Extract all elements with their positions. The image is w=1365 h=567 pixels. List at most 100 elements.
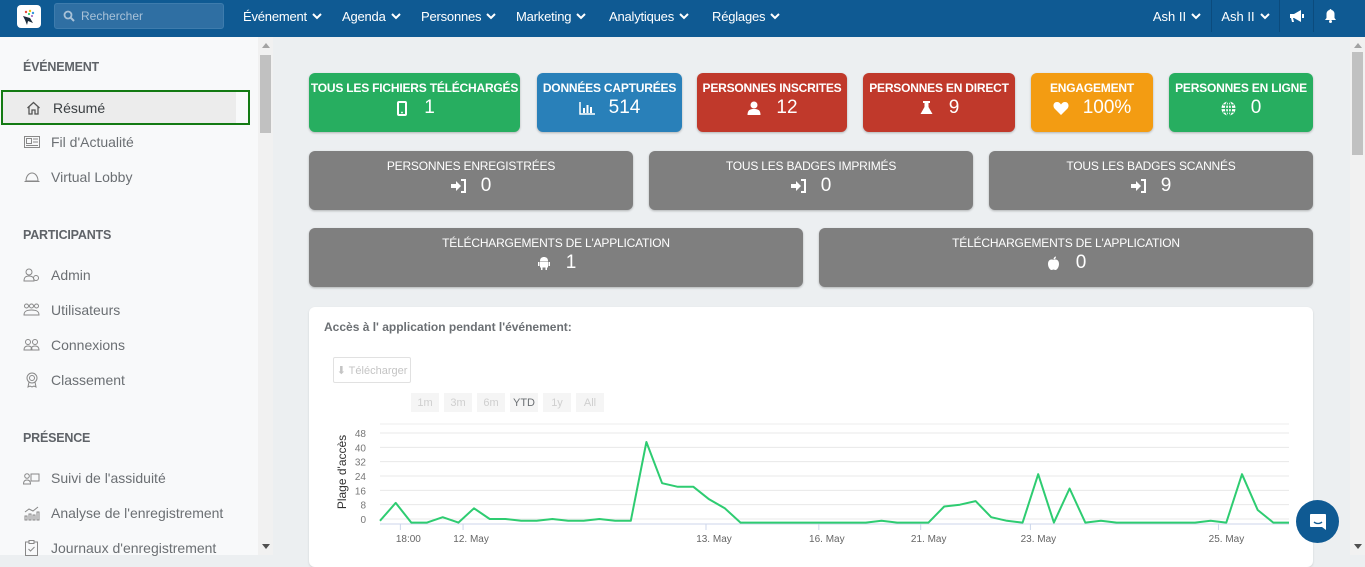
nav-analytiques[interactable]: Analytiques (609, 0, 689, 32)
sidebar-scrollbar[interactable] (258, 37, 273, 555)
stat-card-badges-imprimes[interactable]: TOUS LES BADGES IMPRIMÉS 0 (649, 151, 973, 210)
section-title-evenement: ÉVÉNEMENT (23, 60, 99, 74)
stat-value: 12 (776, 97, 798, 118)
sidebar-item-analyse-enregistrement[interactable]: Analyse de l'enregistrement (23, 502, 223, 524)
main-scrollbar[interactable] (1350, 37, 1365, 555)
apple-icon (1046, 255, 1062, 271)
stat-card-enregistrees[interactable]: PERSONNES ENREGISTRÉES 0 (309, 151, 633, 210)
stat-card-donnees[interactable]: DONNÉES CAPTURÉES 514 (537, 73, 682, 132)
megaphone-icon (1290, 9, 1304, 22)
stat-label: TOUS LES BADGES IMPRIMÉS (725, 159, 897, 173)
chevron-down-icon (770, 13, 781, 20)
section-title-presence: PRÉSENCE (23, 431, 91, 445)
y-tick-label: 16 (355, 486, 367, 497)
stat-value: 0 (1075, 252, 1087, 273)
sidebar-item-utilisateurs[interactable]: Utilisateurs (23, 299, 120, 321)
nav-reglages[interactable]: Réglages (712, 0, 781, 32)
user-menu-label: Ash II (1152, 8, 1187, 24)
series-line-accès (379, 441, 1289, 524)
stat-card-android-downloads[interactable]: TÉLÉCHARGEMENTS DE L'APPLICATION 1 (309, 228, 803, 287)
nav-marketing[interactable]: Marketing (516, 0, 586, 32)
scroll-up-arrow-icon[interactable] (262, 43, 270, 48)
sidebar-item-suivi-assiduite[interactable]: Suivi de l'assiduité (23, 467, 166, 489)
bell-icon (1325, 9, 1336, 23)
bell-service-icon (23, 169, 40, 186)
nav-label: Personnes (421, 8, 482, 24)
notifications-button[interactable] (1313, 0, 1347, 32)
stat-label: PERSONNES EN DIRECT (869, 81, 1009, 95)
nav-agenda[interactable]: Agenda (342, 0, 401, 32)
top-navbar: Rechercher Événement Agenda Personnes Ma… (0, 0, 1365, 37)
analytics-icon (23, 505, 40, 522)
sidebar-scroll-thumb[interactable] (260, 55, 271, 133)
stat-card-en-ligne[interactable]: PERSONNES EN LIGNE 0 (1169, 73, 1313, 132)
dashboard-main: TOUS LES FICHIERS TÉLÉCHARGÉS 1 DONNÉES … (273, 37, 1350, 567)
user-menu-1[interactable]: Ash II (1143, 0, 1211, 32)
scroll-down-arrow-icon[interactable] (1354, 544, 1362, 549)
stat-card-inscrites[interactable]: PERSONNES INSCRITES 12 (697, 73, 847, 132)
announcements-button[interactable] (1279, 0, 1313, 32)
newspaper-icon (23, 134, 40, 151)
stat-label: ENGAGEMENT (1049, 81, 1134, 95)
stat-value: 1 (424, 97, 435, 118)
chevron-down-icon (390, 13, 401, 20)
sidebar: ÉVÉNEMENT Résumé Fil d'Actualité Virtual… (0, 37, 258, 556)
sidebar-item-label: Virtual Lobby (51, 169, 133, 185)
user-menu-label: Ash II (1221, 8, 1255, 24)
access-line-chart: 0 8 16 24 32 40 48 18:00 12. May 13. May 16. May 2… (335, 423, 1289, 545)
search-placeholder: Rechercher (81, 9, 144, 23)
sign-in-icon (450, 178, 467, 194)
stat-value: 514 (608, 97, 641, 118)
y-tick-label: 0 (360, 515, 366, 526)
x-tick-label: 21. May (911, 534, 947, 545)
sign-in-icon (1130, 178, 1147, 194)
stat-value: 0 (820, 175, 832, 196)
user-menu-2[interactable]: Ash II (1211, 0, 1279, 32)
presentation-user-icon (23, 470, 40, 487)
chevron-down-icon (1259, 13, 1270, 20)
stat-card-ios-downloads[interactable]: TÉLÉCHARGEMENTS DE L'APPLICATION 0 (819, 228, 1313, 287)
sidebar-item-fil-actualite[interactable]: Fil d'Actualité (23, 131, 134, 153)
nav-label: Agenda (342, 8, 386, 24)
stat-value: 9 (948, 97, 960, 118)
sidebar-item-journaux-enregistrement[interactable]: Journaux d'enregistrement (23, 537, 216, 559)
bar-chart-icon (578, 100, 595, 116)
stat-label: TÉLÉCHARGEMENTS DE L'APPLICATION (952, 236, 1180, 250)
stat-label: TOUS LES BADGES SCANNÉS (1066, 159, 1236, 173)
chevron-down-icon (576, 13, 586, 20)
nav-evenement[interactable]: Événement (243, 0, 322, 32)
sidebar-item-virtual-lobby[interactable]: Virtual Lobby (23, 166, 132, 188)
chat-icon (1309, 513, 1326, 530)
search-input[interactable]: Rechercher (54, 3, 224, 29)
sidebar-item-label: Journaux d'enregistrement (51, 540, 217, 556)
x-tick-label: 18:00 (396, 534, 421, 545)
stat-label: PERSONNES EN LIGNE (1175, 81, 1307, 95)
main-scroll-thumb[interactable] (1352, 52, 1363, 155)
stat-label: DONNÉES CAPTURÉES (542, 81, 677, 95)
sidebar-item-classement[interactable]: Classement (23, 369, 125, 391)
sidebar-item-label: Fil d'Actualité (51, 134, 134, 150)
sign-in-icon (790, 178, 807, 194)
scroll-up-arrow-icon[interactable] (1354, 43, 1362, 48)
sidebar-item-connexions[interactable]: Connexions (23, 334, 125, 356)
chevron-down-icon (1191, 13, 1201, 20)
sidebar-item-label: Analyse de l'enregistrement (51, 505, 224, 521)
scroll-down-arrow-icon[interactable] (262, 544, 270, 549)
sidebar-item-resume[interactable]: Résumé (1, 90, 250, 125)
nav-personnes[interactable]: Personnes (421, 0, 497, 32)
app-logo[interactable] (17, 5, 41, 28)
nav-label: Réglages (712, 8, 766, 24)
x-tick-label: 13. May (696, 534, 732, 545)
stat-card-engagement[interactable]: ENGAGEMENT 100% (1031, 73, 1153, 132)
heart-icon (1053, 100, 1069, 116)
stat-label: PERSONNES INSCRITES (702, 81, 842, 95)
chat-launcher-button[interactable] (1296, 500, 1339, 543)
sidebar-item-admin[interactable]: Admin (23, 264, 91, 286)
stat-card-fichiers[interactable]: TOUS LES FICHIERS TÉLÉCHARGÉS 1 (309, 73, 520, 132)
stat-card-direct[interactable]: PERSONNES EN DIRECT 9 (863, 73, 1015, 132)
chevron-down-icon (312, 13, 322, 20)
y-axis-label: Plage d'accès (335, 435, 349, 509)
stat-label: PERSONNES ENREGISTRÉES (386, 159, 556, 173)
y-tick-label: 24 (355, 472, 367, 483)
stat-card-badges-scannes[interactable]: TOUS LES BADGES SCANNÉS 9 (989, 151, 1313, 210)
